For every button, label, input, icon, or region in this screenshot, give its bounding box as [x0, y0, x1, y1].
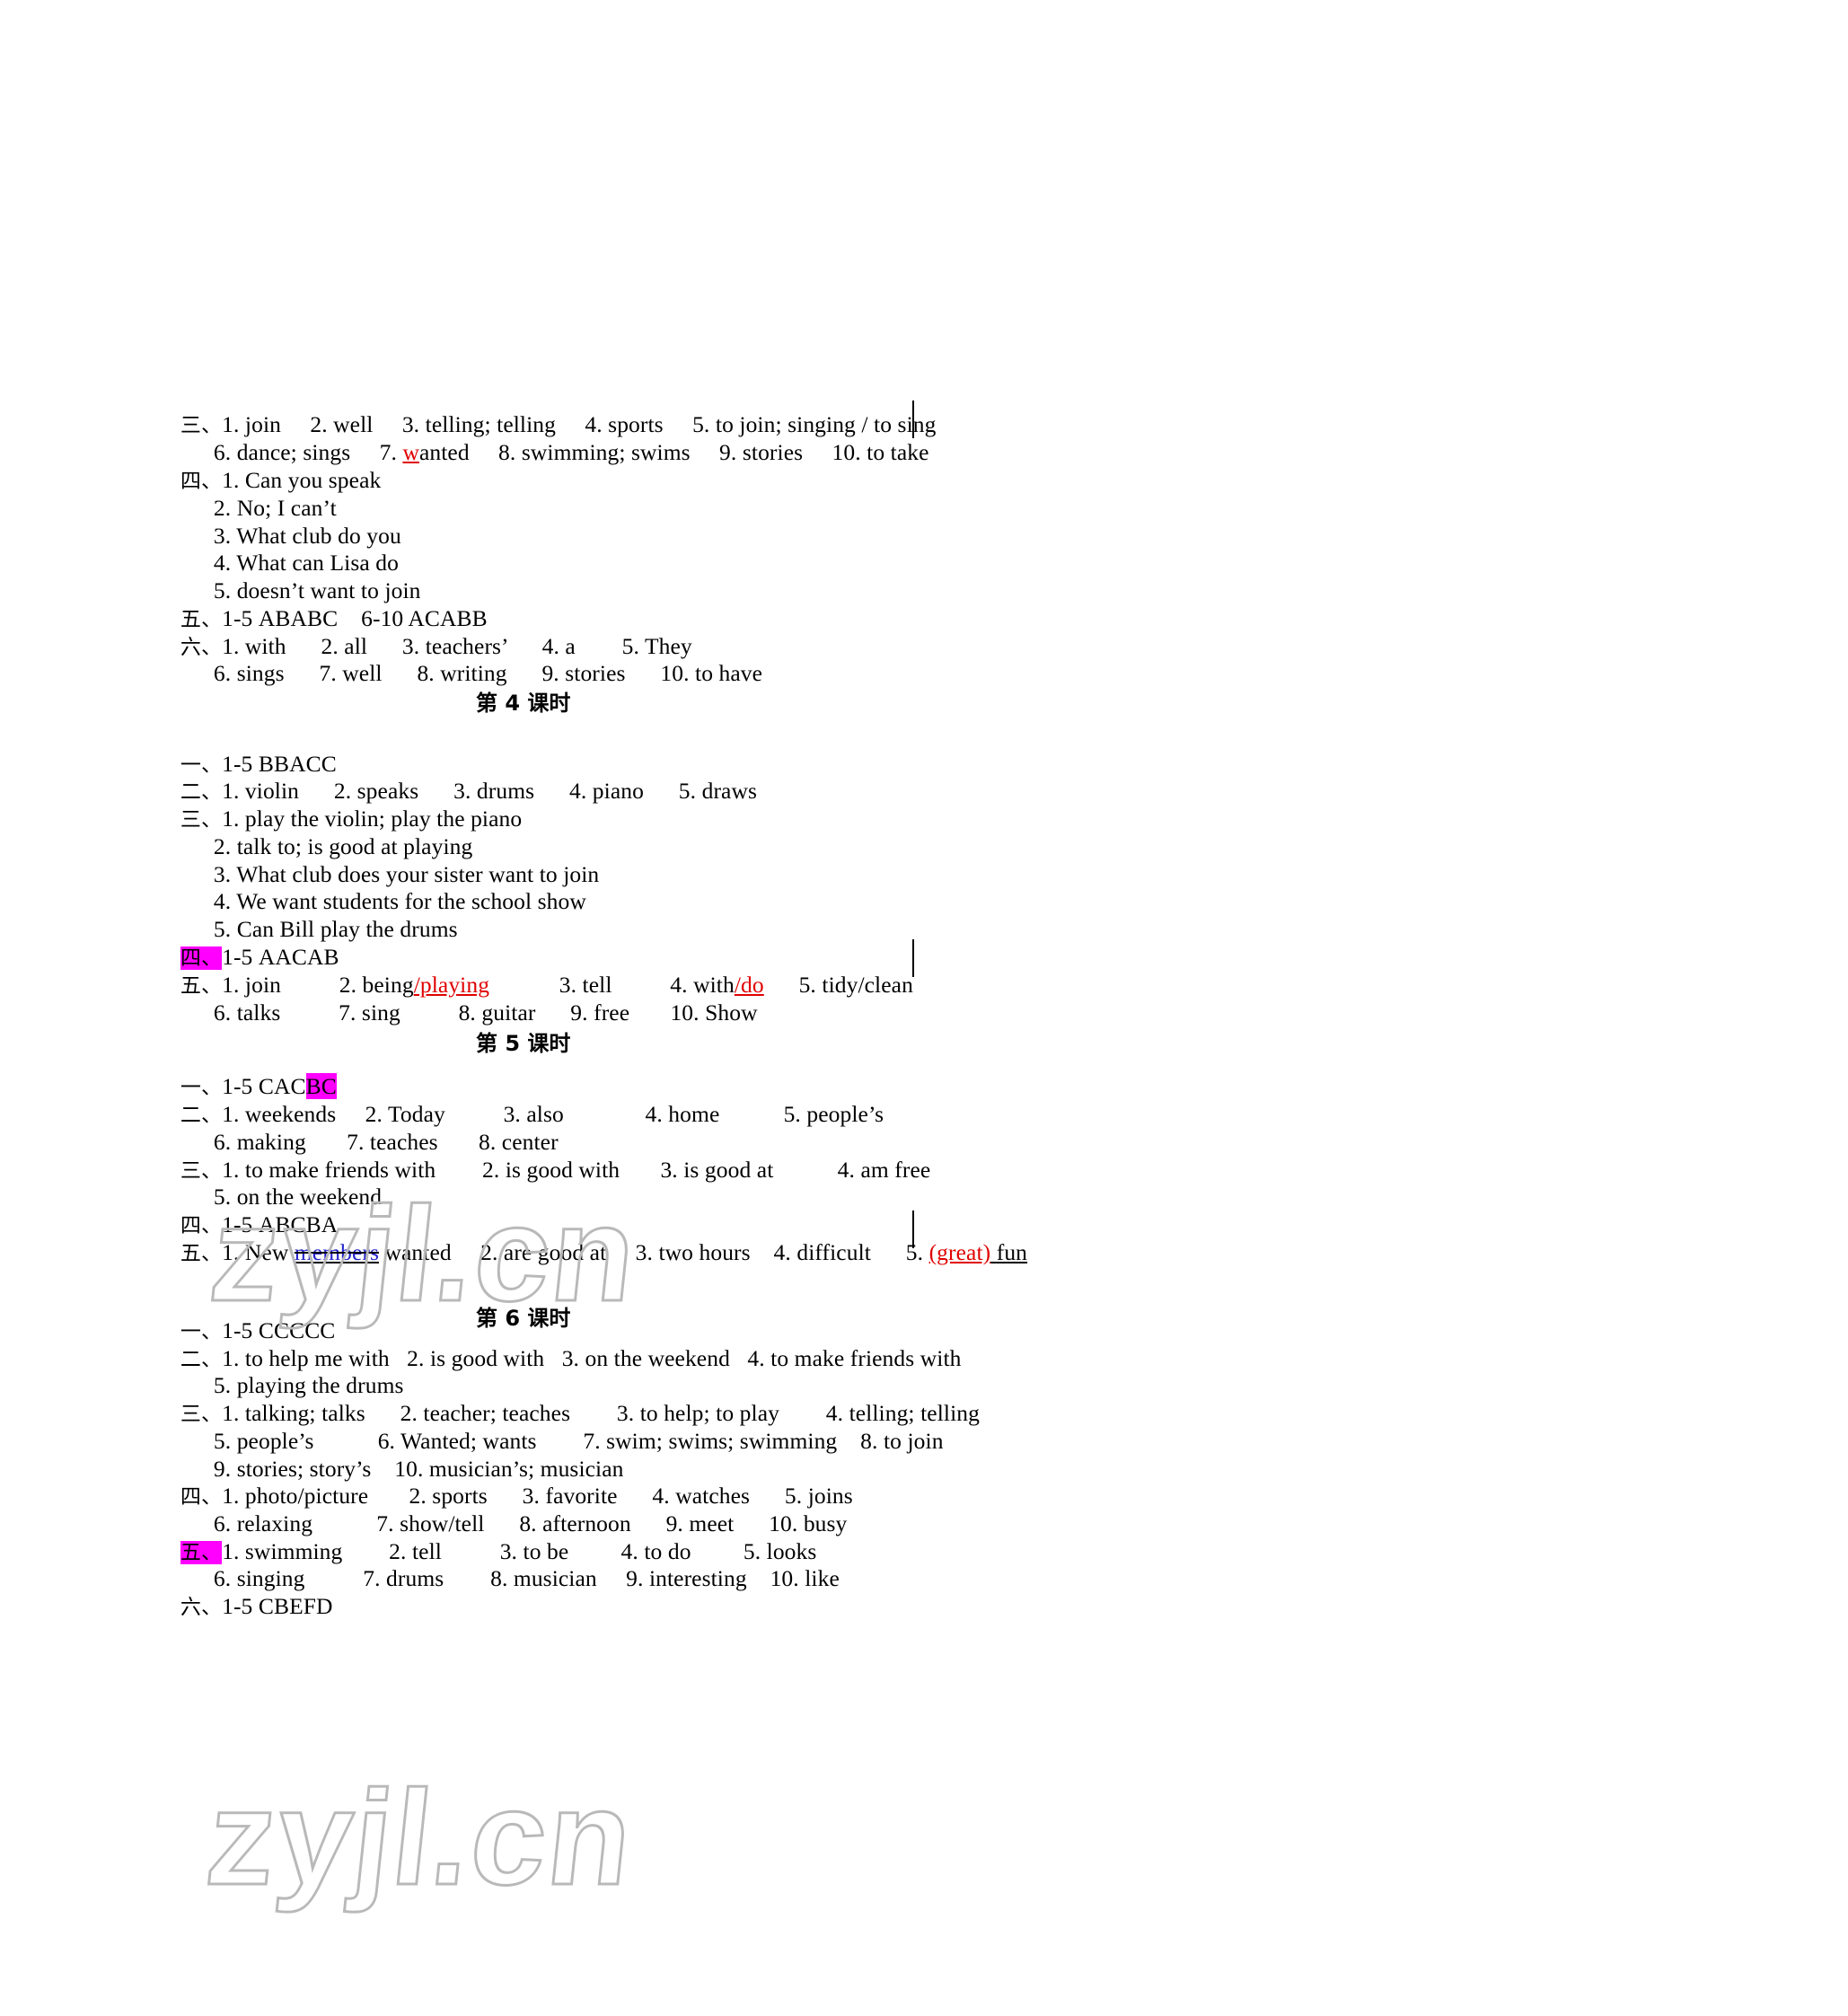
section-marker: 六、 — [180, 1596, 223, 1619]
answer-text: 5. tidy/clean — [763, 972, 913, 998]
answer-line: 6. talks 7. sing 8. guitar 9. free 10. S… — [190, 973, 758, 1053]
answer-text: 2. are good at 3. two hours 4. difficult… — [451, 1239, 929, 1265]
watermark-bottom: zyjl.cn — [199, 1761, 642, 1915]
answer-text: fun — [990, 1239, 1028, 1265]
answer-text: 1-5 CBEFD — [222, 1593, 333, 1619]
lesson-title: 第 5 课时 — [476, 1031, 571, 1056]
answer-key-page: 三、1. join 2. well 3. telling; telling 4.… — [0, 0, 1848, 2016]
answer-text: 6. sings 7. well 8. writing 9. stories 1… — [213, 660, 763, 686]
answer-text: 8. swimming; swims 9. stories 10. to tak… — [469, 439, 929, 465]
answer-text: 6. talks 7. sing 8. guitar 9. free 10. S… — [213, 999, 758, 1026]
section-marker: 五、 — [180, 1242, 223, 1265]
optional-answer: (great) — [928, 1239, 991, 1265]
answer-line: 六、1-5 CBEFD — [157, 1566, 333, 1648]
answer-text: wanted — [379, 1239, 452, 1265]
corrected-letter: w — [402, 439, 419, 465]
answer-line: 五、1. New members wanted 2. are good at 3… — [157, 1212, 1027, 1294]
lesson-title: 第 4 课时 — [476, 691, 571, 716]
answer-text: 1. New — [222, 1239, 295, 1265]
struck-word: members — [294, 1239, 380, 1265]
answer-text: anted — [418, 439, 470, 465]
